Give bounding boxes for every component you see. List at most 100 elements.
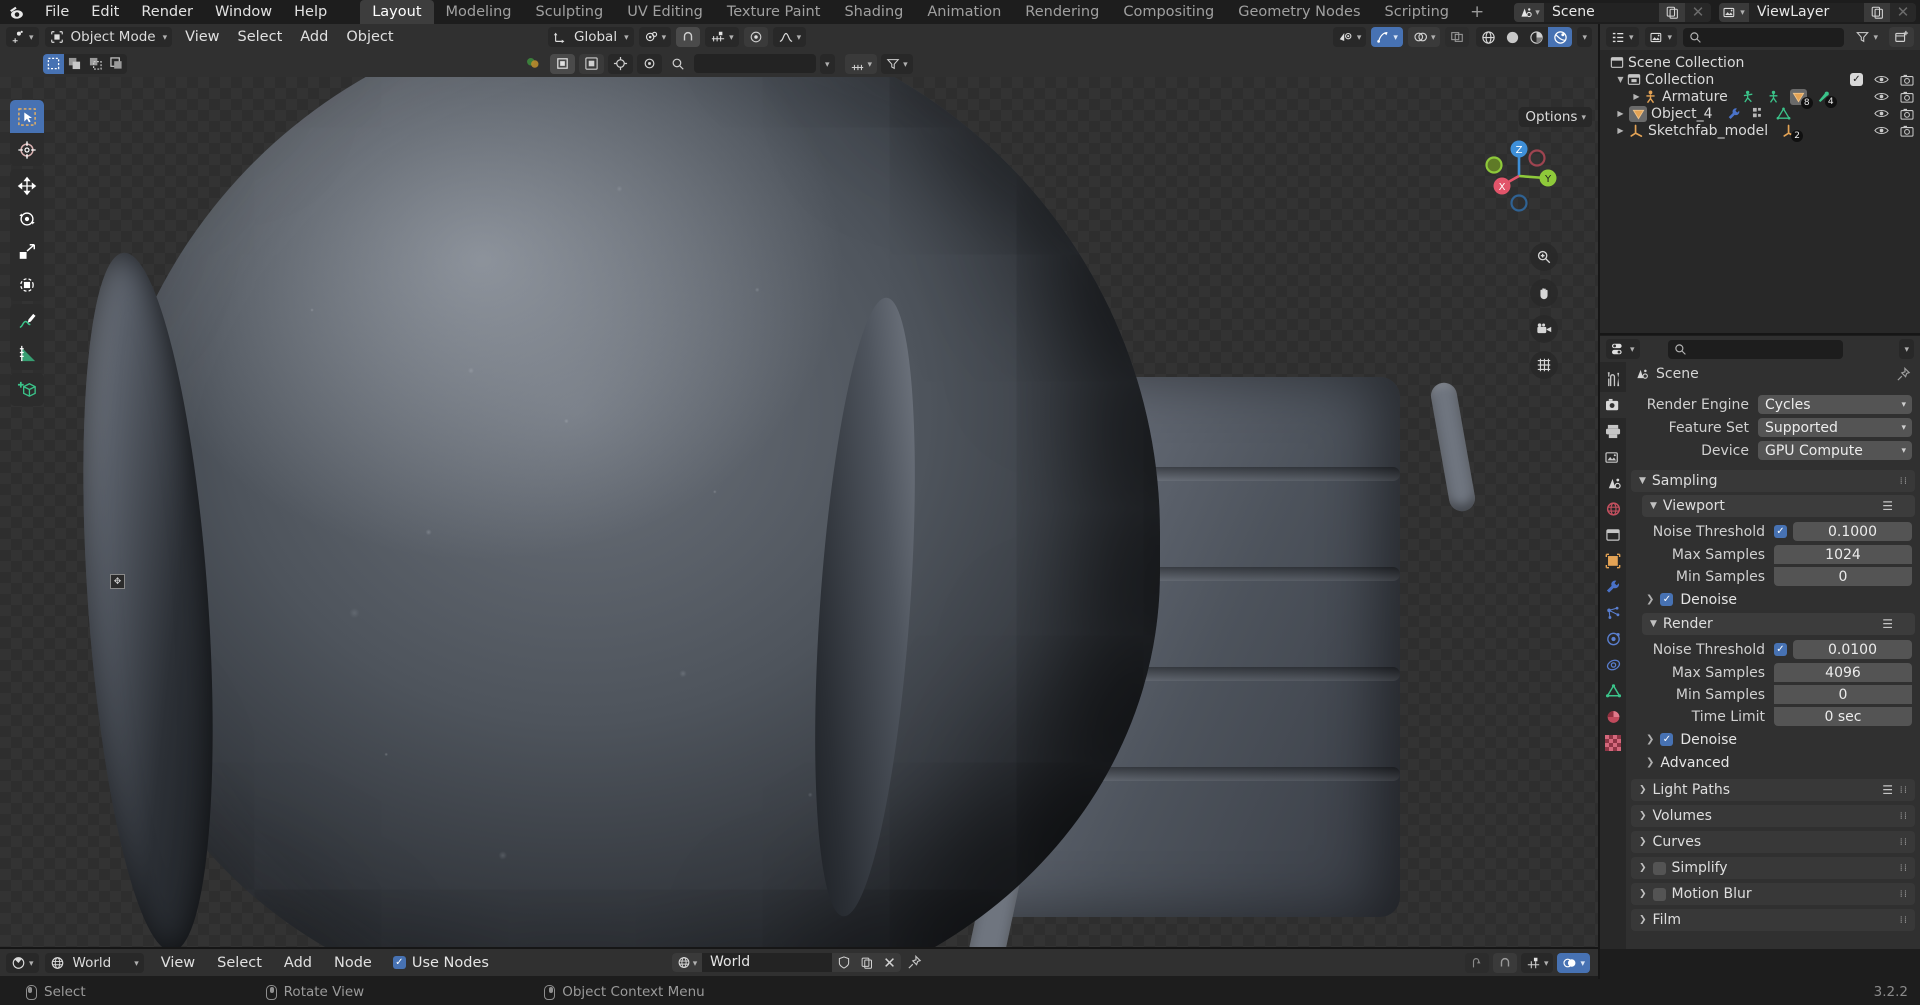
viewport-canvas[interactable]: ✥ Options ▾ Z Y X — [0, 77, 1598, 949]
search-viewport-icon[interactable] — [666, 54, 690, 74]
render-denoise-row[interactable]: ❯ ✓ Denoise — [1646, 729, 1912, 750]
workspace-tab-geometry-nodes[interactable]: Geometry Nodes — [1226, 0, 1372, 24]
properties-search-input[interactable] — [1667, 339, 1843, 359]
shading-material-preview-icon[interactable] — [1524, 27, 1549, 47]
viewport-menu-view[interactable]: View — [176, 27, 228, 47]
search-dropdown-chevron[interactable]: ▾ — [820, 53, 835, 74]
empty-axes-badge[interactable]: 2 — [1782, 124, 1804, 142]
properties-tab-render[interactable] — [1600, 392, 1626, 418]
panel-sampling-header[interactable]: ▼ Sampling ⁞⁞ — [1631, 470, 1915, 492]
snap-node-selector[interactable]: ▾ — [1520, 952, 1554, 973]
viewport-noise-threshold-field[interactable]: 0.1000 — [1793, 522, 1912, 541]
panel-expander-closed-icon[interactable]: ❯ — [1646, 734, 1654, 745]
panel-film-header[interactable]: ❯ Film ⁞⁞ — [1631, 909, 1915, 931]
vertex-group-icon[interactable] — [1752, 107, 1766, 120]
eye-icon[interactable] — [1874, 125, 1889, 136]
editor-type-3dview-icon[interactable]: ▾ — [6, 27, 39, 47]
snap-active-toggle[interactable] — [579, 53, 604, 74]
outliner-search-input[interactable] — [1683, 27, 1845, 47]
area-splitter-bottom[interactable] — [0, 947, 1598, 949]
panel-curves-header[interactable]: ❯ Curves ⁞⁞ — [1631, 831, 1915, 853]
workspace-tab-layout[interactable]: Layout — [360, 0, 434, 24]
panel-expander-closed-icon[interactable]: ❯ — [1646, 594, 1654, 605]
mesh-data-icon[interactable] — [1776, 107, 1791, 121]
pin-icon[interactable] — [907, 955, 922, 970]
viewlayer-name[interactable]: ViewLayer — [1749, 2, 1864, 22]
workspace-tab-modeling[interactable]: Modeling — [434, 0, 524, 24]
proportional-falloff-btn[interactable]: ▾ — [844, 53, 878, 74]
eye-icon[interactable] — [1874, 108, 1889, 119]
camera-render-icon[interactable] — [1900, 91, 1914, 103]
area-splitter-vertical[interactable] — [1598, 24, 1600, 979]
motion-blur-checkbox[interactable] — [1652, 887, 1666, 901]
viewport-search-input[interactable] — [694, 54, 816, 73]
shader-type-selector[interactable]: World ▾ — [44, 952, 144, 973]
measure-tool[interactable] — [10, 337, 44, 370]
snap-elements-icon[interactable] — [637, 53, 662, 74]
snap-magnet-icon-shader[interactable] — [1492, 952, 1517, 973]
shader-menu-view[interactable]: View — [152, 953, 204, 973]
scene-selector[interactable]: ▾ Scene ✕ — [1514, 2, 1711, 22]
properties-editor-icon[interactable]: ▾ — [1606, 339, 1640, 359]
tweak-select-box-tool[interactable] — [10, 100, 44, 133]
properties-options-chevron[interactable]: ▾ — [1899, 339, 1914, 359]
properties-tab-material[interactable] — [1600, 704, 1626, 730]
add-workspace-button[interactable]: + — [1461, 0, 1493, 24]
workspace-tab-uv-editing[interactable]: UV Editing — [615, 0, 715, 24]
preset-list-icon[interactable]: ☰ — [1882, 617, 1893, 631]
area-splitter-right-horizontal[interactable] — [1600, 333, 1920, 335]
noise-threshold-checkbox[interactable]: ✓ — [1774, 525, 1787, 538]
workspace-tab-rendering[interactable]: Rendering — [1013, 0, 1111, 24]
render-min-samples-field[interactable]: 0 — [1774, 685, 1912, 704]
new-collection-icon[interactable] — [1889, 27, 1914, 47]
panel-drag-dots[interactable]: ⁞⁞ — [1900, 785, 1908, 796]
panel-drag-dots[interactable]: ⁞⁞ — [1900, 811, 1908, 822]
preset-list-icon[interactable]: ☰ — [1882, 499, 1893, 513]
select-mode-invert[interactable] — [106, 53, 127, 74]
workspace-tab-scripting[interactable]: Scripting — [1373, 0, 1461, 24]
camera-render-icon[interactable] — [1900, 74, 1914, 86]
menu-file[interactable]: File — [34, 0, 80, 24]
pivot-color-icon[interactable] — [520, 54, 546, 74]
snap-mode-icon[interactable] — [608, 53, 633, 74]
render-time-limit-field[interactable]: 0 sec — [1774, 707, 1912, 726]
select-mode-extend[interactable] — [64, 53, 85, 74]
shader-menu-select[interactable]: Select — [208, 953, 271, 973]
scale-tool[interactable] — [10, 235, 44, 268]
pin-icon[interactable] — [1896, 366, 1911, 382]
shading-rendered-icon[interactable] — [1548, 27, 1573, 47]
properties-tab-view-layer[interactable] — [1600, 444, 1626, 470]
scene-name[interactable]: Scene — [1544, 2, 1659, 22]
viewport-denoise-row[interactable]: ❯ ✓ Denoise — [1646, 589, 1912, 610]
properties-tab-particles[interactable] — [1600, 600, 1626, 626]
pan-hand-icon[interactable] — [1530, 279, 1558, 307]
object-origin-widget[interactable]: ✥ — [110, 574, 125, 589]
workspace-tab-shading[interactable]: Shading — [832, 0, 915, 24]
filter-funnel-icon[interactable]: ▾ — [881, 53, 913, 74]
transform-gizmo-toggle[interactable] — [550, 53, 575, 74]
collection-exclude-checkbox[interactable]: ✓ — [1850, 73, 1863, 86]
toggle-ortho-icon[interactable] — [1530, 351, 1558, 379]
panel-drag-dots[interactable]: ⁞⁞ — [1900, 476, 1908, 487]
shading-wireframe-icon[interactable] — [1476, 27, 1501, 47]
outliner-row-armature[interactable]: ▶ Armature 8 4 — [1600, 88, 1920, 109]
filter-funnel-icon[interactable]: ▾ — [1850, 27, 1883, 47]
render-advanced-row[interactable]: ❯ Advanced — [1646, 752, 1912, 773]
use-nodes-checkbox[interactable]: ✓ — [392, 956, 406, 969]
panel-drag-dots[interactable]: ⁞⁞ — [1900, 915, 1908, 926]
render-noise-threshold-checkbox[interactable]: ✓ — [1774, 643, 1787, 656]
properties-tab-collection[interactable] — [1600, 522, 1626, 548]
properties-tab-scene[interactable] — [1600, 470, 1626, 496]
menu-render[interactable]: Render — [130, 0, 204, 24]
properties-tab-texture[interactable] — [1600, 730, 1626, 756]
menu-help[interactable]: Help — [283, 0, 338, 24]
filter-id-icon[interactable]: ▾ — [1644, 27, 1678, 47]
viewport-options-button[interactable]: Options ▾ — [1519, 107, 1592, 127]
camera-render-icon[interactable] — [1900, 108, 1914, 120]
world-name[interactable]: World — [702, 953, 832, 972]
delete-viewlayer-icon[interactable]: ✕ — [1890, 2, 1916, 22]
select-mode-subtract[interactable] — [85, 53, 106, 74]
falloff-smooth-selector[interactable]: ▾ — [772, 27, 807, 47]
shader-overlays-toggle[interactable]: ▾ — [1557, 952, 1590, 973]
camera-render-icon[interactable] — [1900, 125, 1914, 137]
